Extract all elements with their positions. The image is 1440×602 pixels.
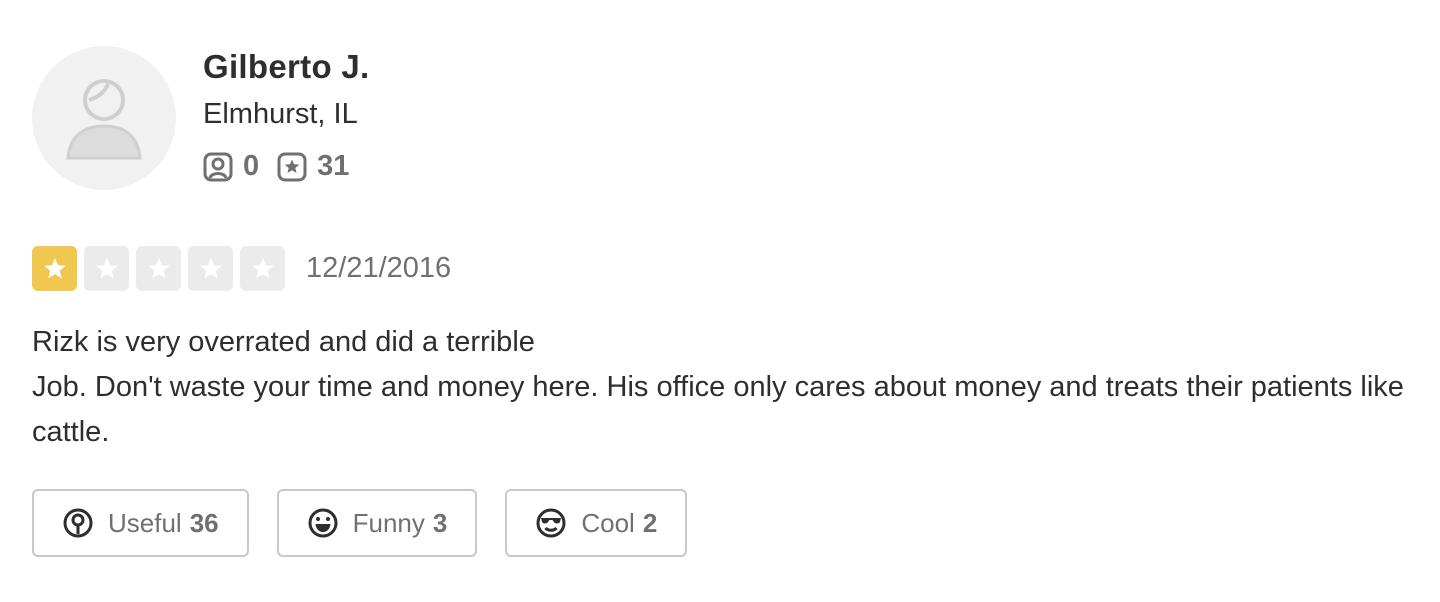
user-stats: 0 31 (203, 150, 367, 183)
friends-icon (203, 152, 233, 181)
useful-button[interactable]: Useful 36 (32, 489, 249, 557)
star-icon (188, 246, 233, 291)
star-icon (240, 246, 285, 291)
cool-button[interactable]: Cool 2 (505, 489, 688, 557)
review-text-line: Rizk is very overrated and did a terribl… (32, 326, 535, 358)
review-star-icon (277, 152, 307, 181)
cool-count: 2 (642, 507, 658, 538)
user-name[interactable]: Gilberto J. (203, 48, 370, 86)
star-icon (84, 246, 129, 291)
star-icon (136, 246, 181, 291)
friends-count: 0 (243, 150, 260, 182)
lightbulb-icon (63, 508, 93, 538)
review-text: Rizk is very overrated and did a terribl… (32, 320, 1432, 455)
sunglasses-face-icon (536, 508, 566, 538)
funny-button[interactable]: Funny 3 (276, 489, 478, 557)
cool-label: Cool (581, 507, 635, 538)
review-text-line: Job. Don't waste your time and money her… (32, 371, 1404, 448)
review-date: 12/21/2016 (306, 252, 452, 284)
star-icon (32, 246, 77, 291)
user-location: Elmhurst, IL (203, 98, 358, 130)
useful-label: Useful (108, 507, 182, 538)
laughing-face-icon (308, 508, 338, 538)
friends-stat: 0 (203, 150, 259, 183)
avatar[interactable] (32, 46, 176, 190)
review-rating: 12/21/2016 (32, 246, 451, 291)
funny-label: Funny (352, 507, 425, 538)
funny-count: 3 (432, 507, 448, 538)
useful-count: 36 (189, 507, 219, 538)
reviews-stat: 31 (277, 150, 349, 183)
review-reactions: Useful 36 Funny 3 Cool 2 (32, 489, 715, 557)
default-user-avatar-icon (66, 79, 142, 160)
reviews-count: 31 (317, 150, 350, 182)
